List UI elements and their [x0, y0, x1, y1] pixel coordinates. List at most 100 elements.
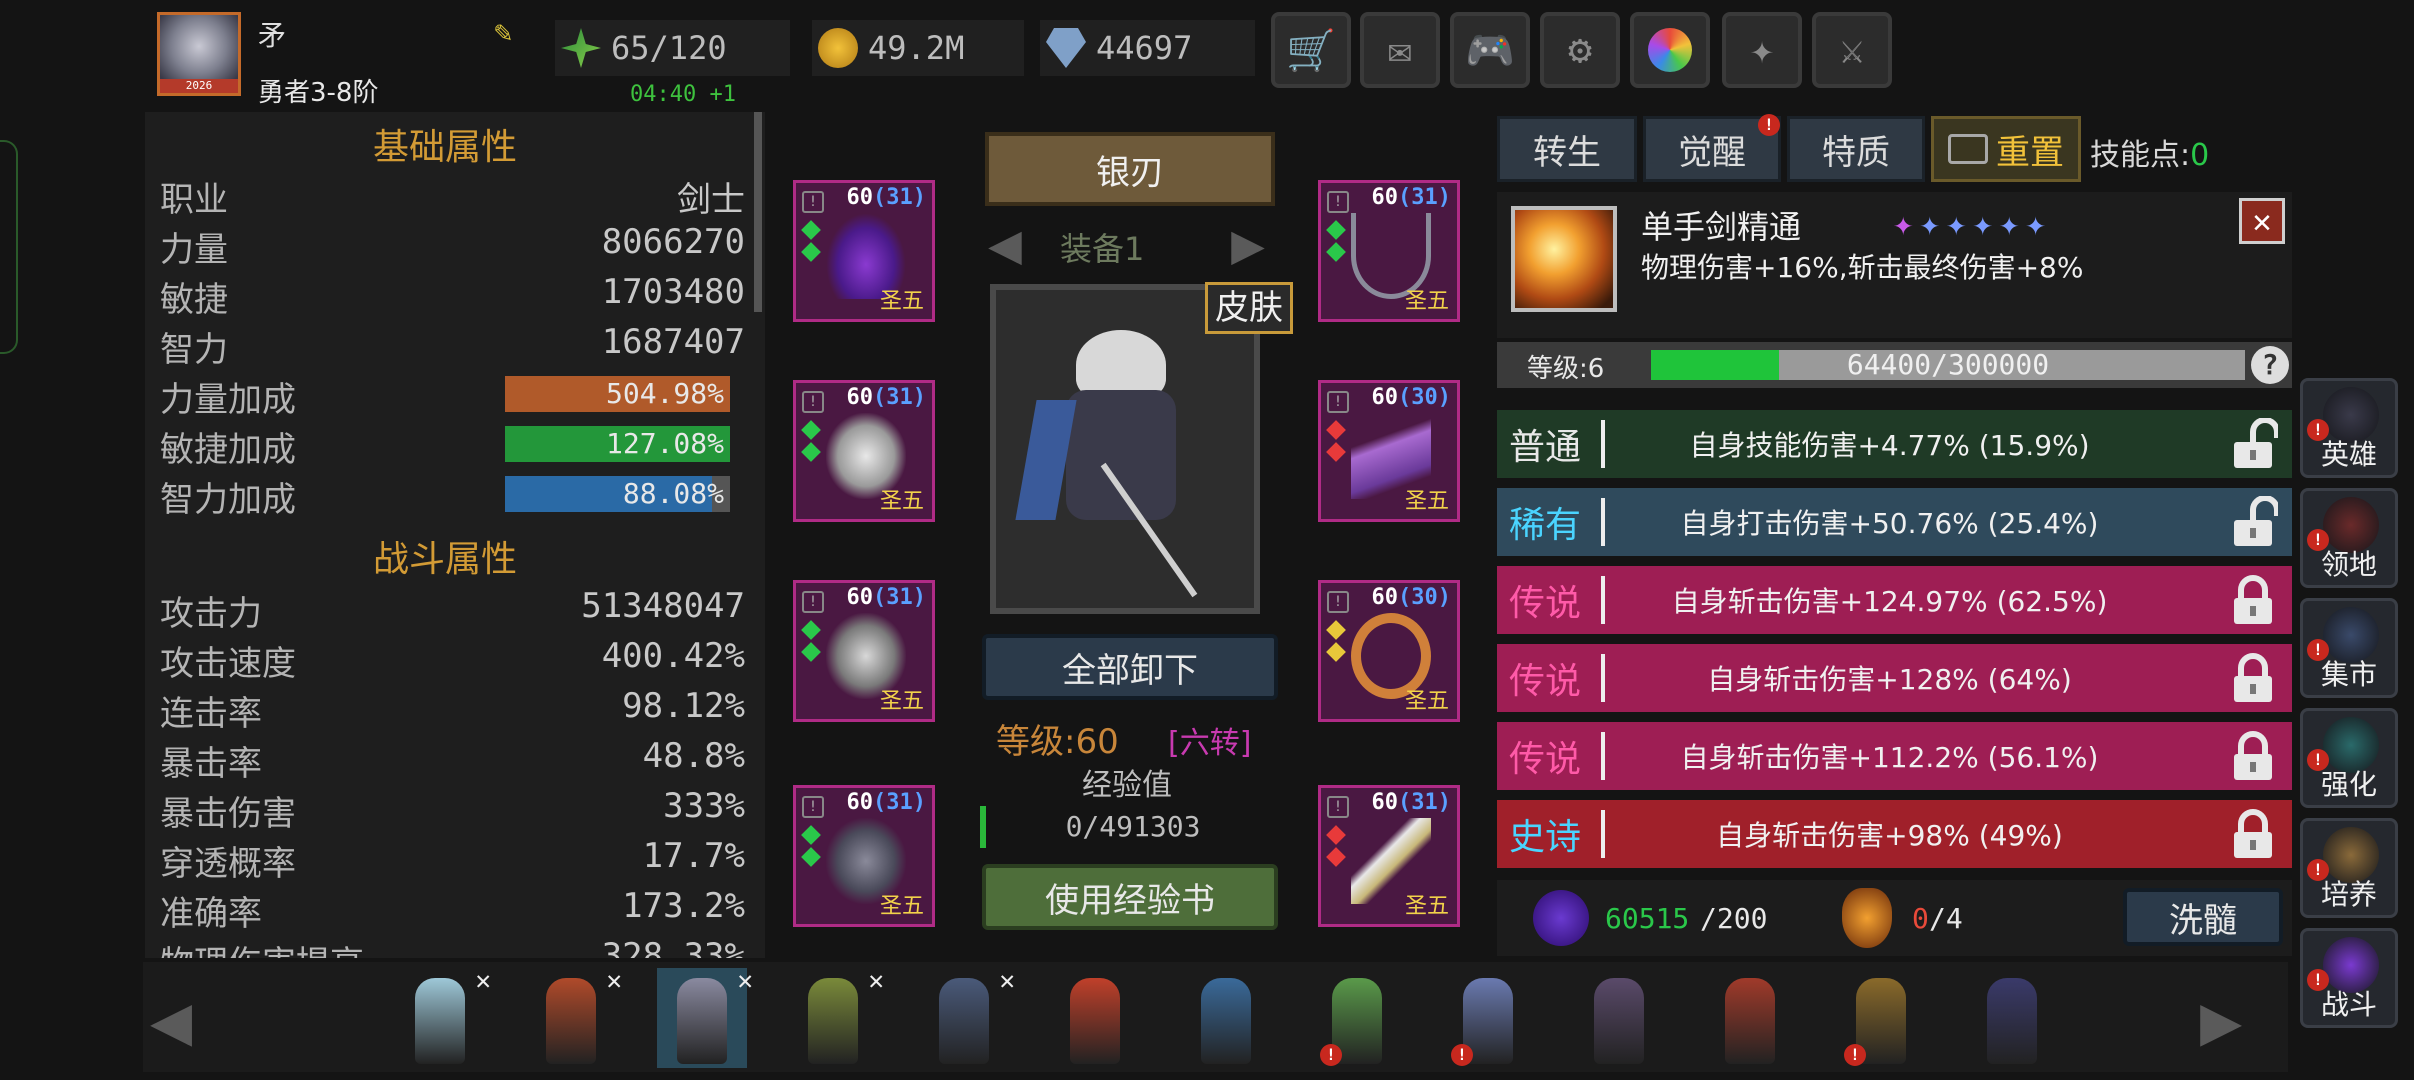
reset-button[interactable]: 重置 [1931, 116, 2081, 182]
gacha-button[interactable] [1630, 12, 1710, 88]
equip-slot-weapon[interactable]: ! 60(31) 圣五 [793, 180, 935, 322]
shop-button[interactable]: 🛒 [1271, 12, 1351, 88]
player-avatar[interactable]: 2026 [157, 12, 241, 96]
skill-detail: 单手剑精通 ✦✦✦✦✦✦ 物理伤害+16%,斩击最终伤害+8% ✕ [1497, 192, 2292, 338]
affix-text: 自身技能伤害+4.77% (15.9%) [1689, 429, 2090, 462]
prev-loadout-arrow[interactable]: ◀ [975, 210, 1035, 280]
roster-prev-arrow[interactable]: ◀ [150, 978, 226, 1062]
roster-hero[interactable]: ! [1836, 968, 1926, 1068]
side-nav-item[interactable]: ! 战斗 [2300, 928, 2398, 1028]
roster-hero[interactable]: ✕ [395, 966, 491, 1068]
edit-icon[interactable]: ✎ [494, 18, 524, 48]
wash-button[interactable]: 洗髓 [2123, 888, 2283, 946]
roster-next-arrow[interactable]: ▶ [2200, 978, 2276, 1062]
stat-value: 328.33% [601, 936, 745, 958]
skin-button[interactable]: 皮肤 [1205, 282, 1293, 334]
equip-slot-sword[interactable]: ! 60(31) 圣五 [1318, 785, 1460, 927]
roster-hero[interactable]: ✕ [526, 966, 622, 1068]
equip-slot-bracer[interactable]: ! 60(30) 圣五 [1318, 380, 1460, 522]
equip-slot-chest[interactable]: ! 60(31) 圣五 [793, 380, 935, 522]
stat-row-attack-speed: 攻击速度 400.42% [160, 636, 745, 684]
side-nav-item[interactable]: ! 集市 [2300, 598, 2398, 698]
hero-sprite [1987, 978, 2037, 1064]
slot-level-sub: (31) [873, 790, 926, 815]
use-exp-book-button[interactable]: 使用经验书 [982, 864, 1278, 930]
slot-level: 60(31) [1372, 790, 1451, 815]
mail-button[interactable]: ✉ [1360, 12, 1440, 88]
lock-icon[interactable] [2228, 652, 2278, 704]
skill-description: 物理伤害+16%,斩击最终伤害+8% [1641, 251, 2084, 284]
affix-text: 自身斩击伤害+112.2% (56.1%) [1680, 741, 2099, 774]
equip-slot-gloves[interactable]: ! 60(31) 圣五 [793, 785, 935, 927]
roster-hero[interactable]: ! [1312, 968, 1402, 1068]
slot-quality: 圣五 [879, 689, 924, 714]
side-nav-label: 战斗 [2320, 988, 2377, 1021]
stat-label: 连击率 [160, 694, 262, 734]
lock-icon[interactable] [2228, 730, 2278, 782]
roster-hero[interactable]: ✕ [788, 966, 884, 1068]
slot-level-value: 60 [1371, 585, 1399, 610]
equip-slot-necklace[interactable]: ! 60(31) 圣五 [1318, 180, 1460, 322]
slot-quality: 圣五 [879, 894, 924, 919]
roster-hero[interactable]: ! [1443, 968, 1533, 1068]
stat-label: 穿透概率 [160, 844, 296, 884]
equip-slot-ring[interactable]: ! 60(30) 圣五 [1318, 580, 1460, 722]
affix-row: 稀有 自身打击伤害+50.76% (25.4%) [1497, 488, 2292, 556]
equip-slot-legs[interactable]: ! 60(31) 圣五 [793, 580, 935, 722]
stat-label: 物理伤害提高 [160, 944, 364, 958]
stat-row-agility-bonus: 敏捷加成 127.08% [160, 422, 745, 470]
stat-label: 力量加成 [160, 380, 296, 420]
lock-icon[interactable] [2228, 808, 2278, 860]
unlock-icon[interactable] [2228, 495, 2280, 548]
hero-sprite [546, 978, 596, 1064]
side-nav-item[interactable]: ! 领地 [2300, 488, 2398, 588]
close-icon[interactable]: ✕ [868, 966, 884, 996]
next-loadout-arrow[interactable]: ▶ [1218, 210, 1278, 280]
close-icon[interactable]: ✕ [737, 966, 753, 996]
roster-hero[interactable] [1967, 968, 2057, 1068]
stat-row-combo: 连击率 98.12% [160, 686, 745, 734]
exp-value: 0/491303 [1065, 810, 1201, 843]
affix-text: 自身打击伤害+50.76% (25.4%) [1680, 507, 2099, 540]
info-icon: ! [802, 391, 824, 413]
lock-icon[interactable] [2228, 574, 2278, 626]
affix-text: 自身斩击伤害+124.97% (62.5%) [1671, 585, 2108, 618]
roster-hero[interactable] [1705, 968, 1795, 1068]
tab-trait[interactable]: 特质 [1787, 116, 1925, 182]
sparkle-button[interactable]: ✦ [1722, 12, 1802, 88]
roster-hero[interactable] [1574, 968, 1664, 1068]
roster-hero[interactable] [1181, 968, 1271, 1068]
roster-hero[interactable] [1050, 968, 1140, 1068]
slot-level-value: 60 [846, 585, 874, 610]
close-icon[interactable]: ✕ [606, 966, 622, 996]
side-nav-item[interactable]: ! 培养 [2300, 818, 2398, 918]
roster-hero[interactable]: ✕ [657, 966, 753, 1068]
unequip-all-button[interactable]: 全部卸下 [982, 634, 1278, 700]
roster-hero[interactable]: ✕ [919, 966, 1015, 1068]
slot-level: 60(30) [1372, 385, 1451, 410]
close-icon[interactable]: ✕ [2239, 198, 2285, 244]
stat-label: 攻击速度 [160, 644, 296, 684]
slot-level-sub: (31) [1398, 790, 1451, 815]
close-icon[interactable]: ✕ [475, 966, 491, 996]
stats-scrollbar[interactable] [754, 112, 762, 312]
unlock-icon[interactable] [2228, 417, 2280, 470]
stat-value: 剑士 [677, 180, 745, 220]
tab-rebirth[interactable]: 转生 [1497, 116, 1637, 182]
stat-value: 400.42% [601, 636, 745, 676]
side-drawer-handle[interactable] [0, 140, 18, 354]
gold-coin-icon [818, 28, 858, 68]
slot-level-sub: (31) [873, 585, 926, 610]
gamepad-button[interactable]: 🎮 [1450, 12, 1530, 88]
side-nav-label: 领地 [2320, 548, 2377, 581]
settings-button[interactable]: ⚙ [1540, 12, 1620, 88]
help-icon[interactable]: ? [2251, 346, 2289, 384]
gem-icon [801, 847, 821, 867]
side-nav-item[interactable]: ! 英雄 [2300, 378, 2398, 478]
gamepad-icon: 🎮 [1465, 27, 1515, 74]
side-nav-item[interactable]: ! 强化 [2300, 708, 2398, 808]
close-icon[interactable]: ✕ [999, 966, 1015, 996]
affix-divider [1601, 498, 1605, 546]
forge-button[interactable]: ⚔ [1812, 12, 1892, 88]
wash-panel: 60515 /200 0 /4 洗髓 [1497, 880, 2292, 956]
